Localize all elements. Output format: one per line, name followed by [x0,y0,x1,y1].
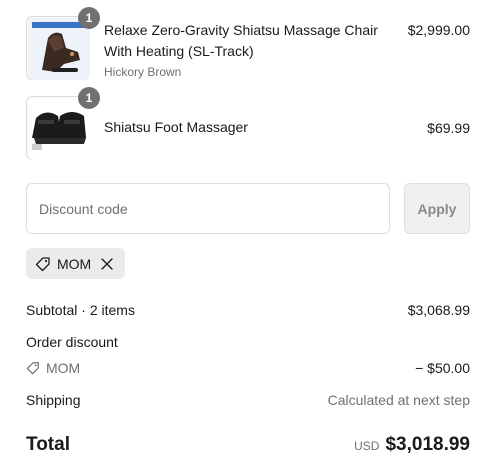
total-amount: $3,018.99 [385,434,470,455]
item-price: $69.99 [427,120,470,136]
discount-code-input[interactable] [26,183,390,234]
subtotal-value: $3,068.99 [407,302,470,318]
shipping-label: Shipping [26,392,81,408]
shipping-value: Calculated at next step [327,392,470,408]
subtotal-row: Subtotal · 2 items $3,068.99 [26,302,470,318]
order-discount-label: Order discount [26,334,118,350]
foot-massager-image [28,98,90,160]
line-item-foot-massager: 1 Shiatsu Foot Massager $69.99 [26,87,470,160]
shipping-row: Shipping Calculated at next step [26,392,470,408]
tag-icon [26,362,39,375]
total-amount-group: USD $3,018.99 [354,434,470,456]
product-thumbnail: 1 [26,87,100,160]
remove-discount-button[interactable] [101,257,113,270]
total-currency: USD [354,439,380,453]
order-discount-value: − $50.00 [415,360,470,376]
applied-discount-chip: MOM [26,248,125,279]
item-info: Shiatsu Foot Massager [104,117,394,138]
subtotal-label: Subtotal · 2 items [26,302,135,318]
apply-discount-button[interactable]: Apply [404,183,470,234]
quantity-badge: 1 [78,87,100,109]
total-row: Total USD $3,018.99 [26,434,470,456]
item-price: $2,999.00 [407,22,470,38]
item-info: Relaxe Zero-Gravity Shiatsu Massage Chai… [104,20,394,81]
order-discount-code-label: MOM [46,360,81,376]
quantity-badge: 1 [78,7,100,29]
total-label: Total [26,434,70,455]
order-discount-code: MOM [26,360,80,376]
close-icon [101,257,113,270]
line-item-massage-chair: 1 Relaxe Zero-Gravity Shiatsu Massage Ch… [26,7,470,81]
item-title: Shiatsu Foot Massager [104,119,248,135]
order-discount-row: Order discount [26,334,470,350]
item-variant: Hickory Brown [104,65,182,79]
massage-chair-image [28,18,90,80]
product-thumbnail: 1 [26,7,100,80]
tag-icon [35,256,50,271]
applied-discount-code: MOM [57,255,92,272]
item-title: Relaxe Zero-Gravity Shiatsu Massage Chai… [104,22,378,59]
discount-form: Apply [26,183,470,234]
order-discount-detail-row: MOM − $50.00 [26,360,470,376]
